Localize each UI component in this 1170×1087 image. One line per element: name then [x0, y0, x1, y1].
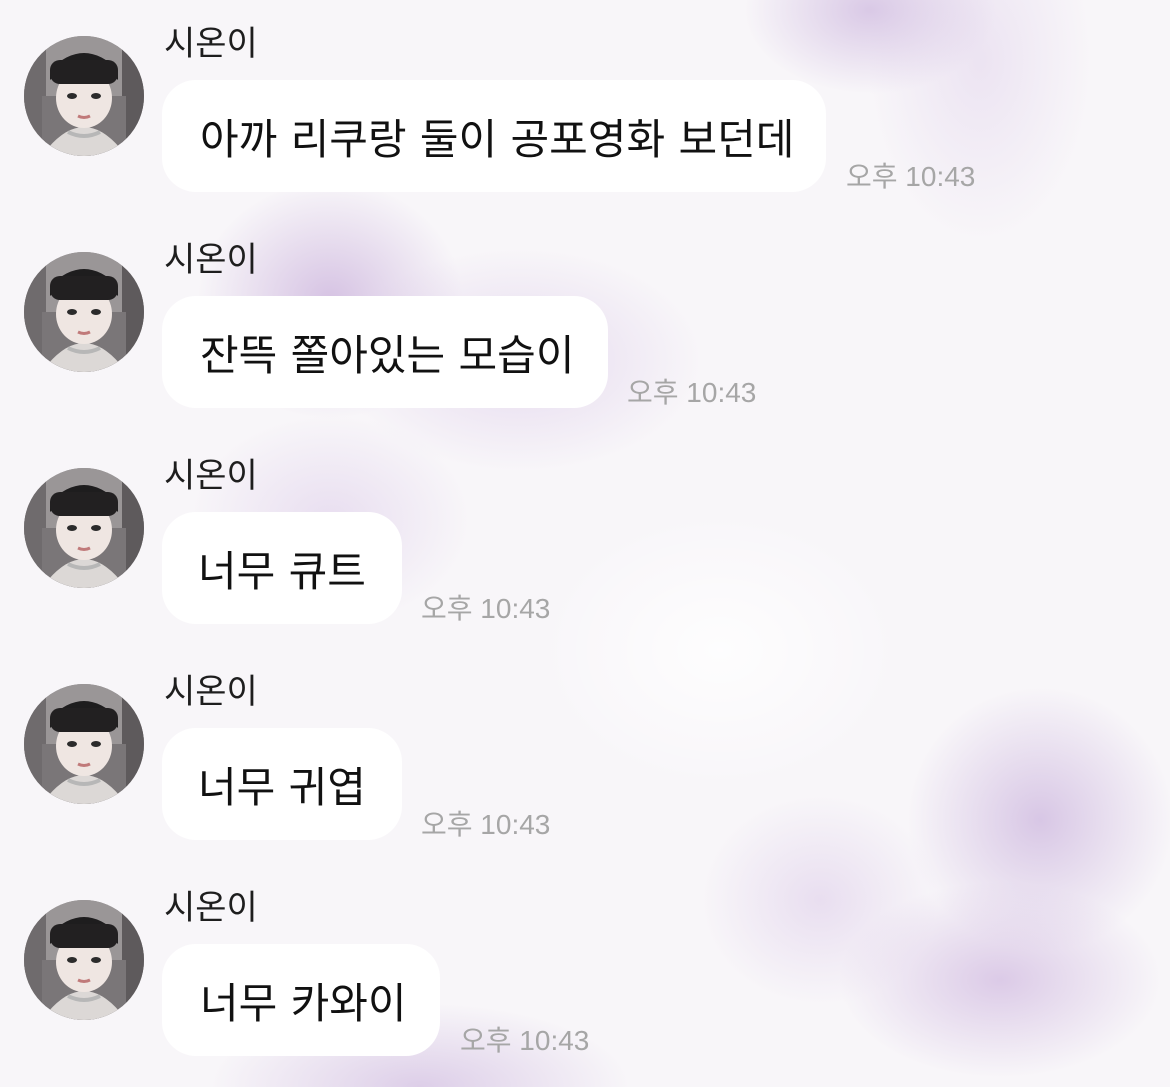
message-timestamp: 오후 10:43 — [421, 593, 551, 624]
message-text: 너무 카와이 — [200, 978, 407, 1028]
message-timestamp: 오후 10:43 — [460, 1025, 590, 1056]
sender-name: 시온이 — [164, 672, 258, 712]
profile-avatar[interactable] — [24, 468, 144, 588]
message-text: 아까 리쿠랑 둘이 공포영화 보던데 — [200, 114, 795, 164]
message-bubble[interactable]: 너무 큐트 — [162, 512, 402, 624]
message-text: 너무 귀엽 — [198, 762, 366, 812]
message-timestamp: 오후 10:43 — [846, 161, 976, 192]
message-timestamp: 오후 10:43 — [627, 377, 757, 408]
sender-name: 시온이 — [164, 888, 258, 928]
message-bubble[interactable]: 너무 카와이 — [162, 944, 440, 1056]
chat-message: 시온이 너무 큐트 오후 10:43 — [0, 432, 1170, 648]
message-text: 잔뜩 쫄아있는 모습이 — [200, 330, 575, 380]
profile-photo-icon — [24, 684, 144, 804]
sender-name: 시온이 — [164, 24, 258, 64]
sender-name: 시온이 — [164, 240, 258, 280]
chat-message: 시온이 너무 카와이 오후 10:43 — [0, 864, 1170, 1080]
sender-name: 시온이 — [164, 456, 258, 496]
chat-message: 시온이 잔뜩 쫄아있는 모습이 오후 10:43 — [0, 216, 1170, 432]
profile-photo-icon — [24, 900, 144, 1020]
message-bubble[interactable]: 너무 귀엽 — [162, 728, 402, 840]
profile-avatar[interactable] — [24, 684, 144, 804]
message-bubble[interactable]: 잔뜩 쫄아있는 모습이 — [162, 296, 608, 408]
message-timestamp: 오후 10:43 — [421, 809, 551, 840]
message-bubble[interactable]: 아까 리쿠랑 둘이 공포영화 보던데 — [162, 80, 826, 192]
profile-avatar[interactable] — [24, 900, 144, 1020]
profile-photo-icon — [24, 36, 144, 156]
profile-avatar[interactable] — [24, 252, 144, 372]
profile-avatar[interactable] — [24, 36, 144, 156]
chat-message: 시온이 아까 리쿠랑 둘이 공포영화 보던데 오후 10:43 — [0, 0, 1170, 216]
message-text: 너무 큐트 — [198, 546, 366, 596]
chat-message: 시온이 너무 귀엽 오후 10:43 — [0, 648, 1170, 864]
profile-photo-icon — [24, 252, 144, 372]
profile-photo-icon — [24, 468, 144, 588]
